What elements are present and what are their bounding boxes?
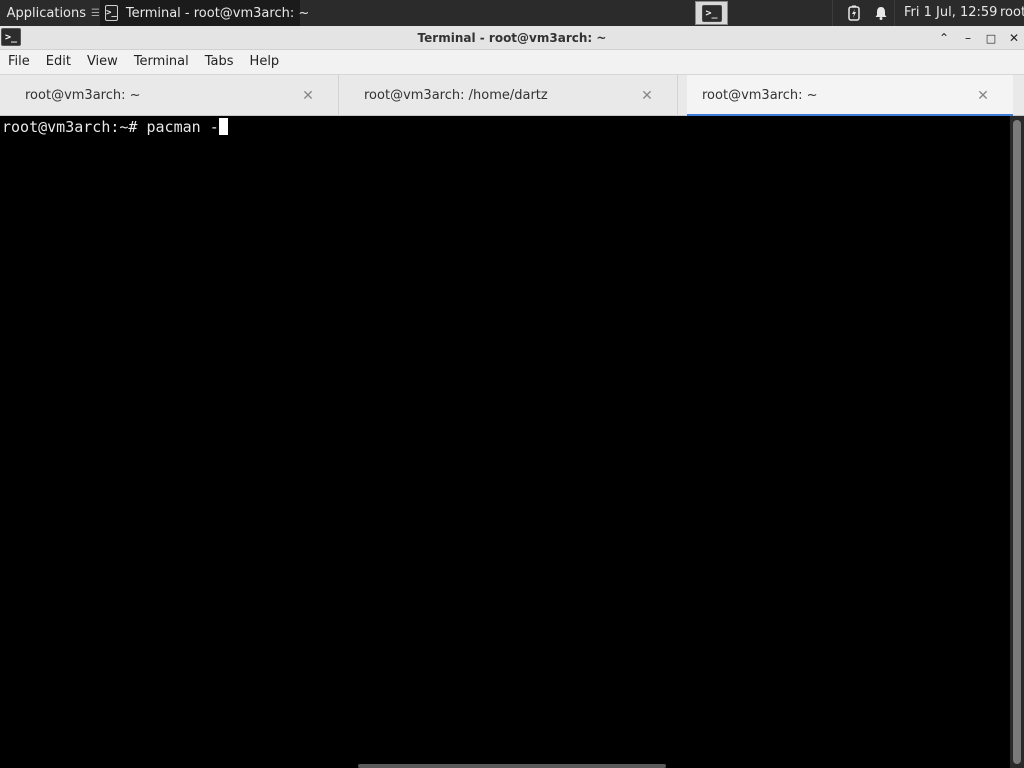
terminal-command: pacman - <box>146 118 219 136</box>
user-menu[interactable]: root <box>1000 0 1024 26</box>
terminal-output[interactable]: root@vm3arch:~# pacman - <box>0 116 1010 768</box>
terminal-launcher-button[interactable]: >_ <box>695 1 728 25</box>
tab-label: root@vm3arch: ~ <box>25 88 141 103</box>
close-button[interactable]: ✕ <box>1006 30 1022 46</box>
menu-terminal[interactable]: Terminal <box>126 50 197 74</box>
terminal-icon: >_ <box>701 4 722 22</box>
tab-label: root@vm3arch: ~ <box>702 88 818 103</box>
terminal-line: root@vm3arch:~# pacman - <box>2 118 1008 136</box>
scrollbar-thumb[interactable] <box>1013 120 1021 764</box>
tray-separator <box>894 0 895 26</box>
horizontal-scroll-indicator <box>358 764 666 768</box>
shade-button[interactable]: ⌃ <box>936 30 952 46</box>
taskbar-item-title: Terminal - root@vm3arch: ~ <box>125 5 310 21</box>
clock[interactable]: Fri 1 Jul, 12:59 <box>904 0 997 26</box>
applications-label: Applications <box>6 5 87 21</box>
window-titlebar[interactable]: >_ Terminal - root@vm3arch: ~ ⌃ – □ ✕ <box>0 26 1024 50</box>
close-tab-icon[interactable]: ✕ <box>973 88 993 104</box>
notification-bell-icon[interactable] <box>873 5 889 21</box>
tab-label: root@vm3arch: /home/dartz <box>364 88 548 103</box>
terminal-icon: >_ <box>105 5 118 21</box>
arch-linux-icon <box>3 12 4 14</box>
maximize-button[interactable]: □ <box>983 30 999 46</box>
menu-view[interactable]: View <box>79 50 126 74</box>
close-tab-icon[interactable]: ✕ <box>298 88 318 104</box>
menu-file[interactable]: File <box>0 50 38 74</box>
terminal-prompt: root@vm3arch:~# <box>2 118 147 136</box>
menu-bar: File Edit View Terminal Tabs Help <box>0 50 1024 74</box>
tab-3-active[interactable]: root@vm3arch: ~ ✕ <box>687 75 1013 117</box>
applications-menu-button[interactable]: Applications ☰ <box>0 0 100 26</box>
window-title: Terminal - root@vm3arch: ~ <box>417 31 607 45</box>
tray-separator <box>832 0 833 26</box>
menu-help[interactable]: Help <box>242 50 288 74</box>
tab-bar: root@vm3arch: ~ ✕ root@vm3arch: /home/da… <box>0 74 1024 117</box>
close-tab-icon[interactable]: ✕ <box>637 88 657 104</box>
top-panel: Applications ☰ >_ Terminal - root@vm3arc… <box>0 0 1024 26</box>
menu-edit[interactable]: Edit <box>38 50 79 74</box>
battery-icon[interactable] <box>846 5 862 21</box>
menu-tabs[interactable]: Tabs <box>197 50 242 74</box>
terminal-cursor <box>218 118 228 135</box>
tab-2[interactable]: root@vm3arch: /home/dartz ✕ <box>339 75 678 116</box>
tab-1[interactable]: root@vm3arch: ~ ✕ <box>0 75 339 116</box>
vertical-scrollbar[interactable] <box>1010 116 1024 768</box>
menu-indicator-icon: ☰ <box>91 7 100 19</box>
minimize-button[interactable]: – <box>960 30 976 46</box>
taskbar-item-terminal[interactable]: >_ Terminal - root@vm3arch: ~ <box>100 0 309 26</box>
